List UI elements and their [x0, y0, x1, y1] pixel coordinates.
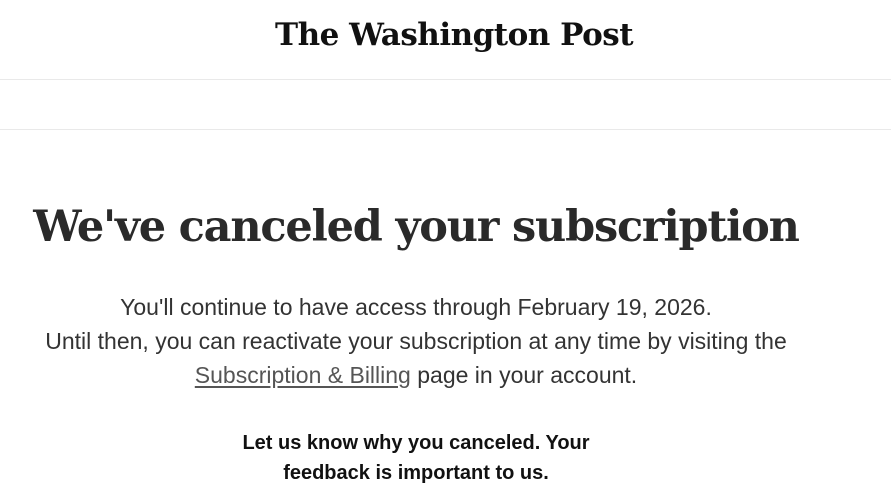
- site-header: The Washington Post: [0, 0, 891, 80]
- washington-post-logo[interactable]: The Washington Post: [275, 14, 634, 56]
- navigation-bar: [0, 80, 891, 130]
- feedback-line-1: Let us know why you canceled. Your: [242, 432, 590, 454]
- cancellation-message: You'll continue to have access through F…: [0, 290, 832, 392]
- billing-link-line: Subscription & Billing page in your acco…: [0, 358, 832, 392]
- page-title: We've canceled your subscription: [33, 202, 800, 252]
- access-end-date-text: You'll continue to have access through F…: [120, 294, 712, 320]
- billing-suffix-text: page in your account.: [410, 362, 638, 388]
- feedback-prompt: Let us know why you canceled. Your feedb…: [0, 428, 832, 488]
- reactivate-info-text: Until then, you can reactivate your subs…: [45, 328, 787, 354]
- feedback-line-2: feedback is important to us.: [283, 462, 549, 484]
- subscription-billing-link[interactable]: Subscription & Billing: [195, 362, 411, 388]
